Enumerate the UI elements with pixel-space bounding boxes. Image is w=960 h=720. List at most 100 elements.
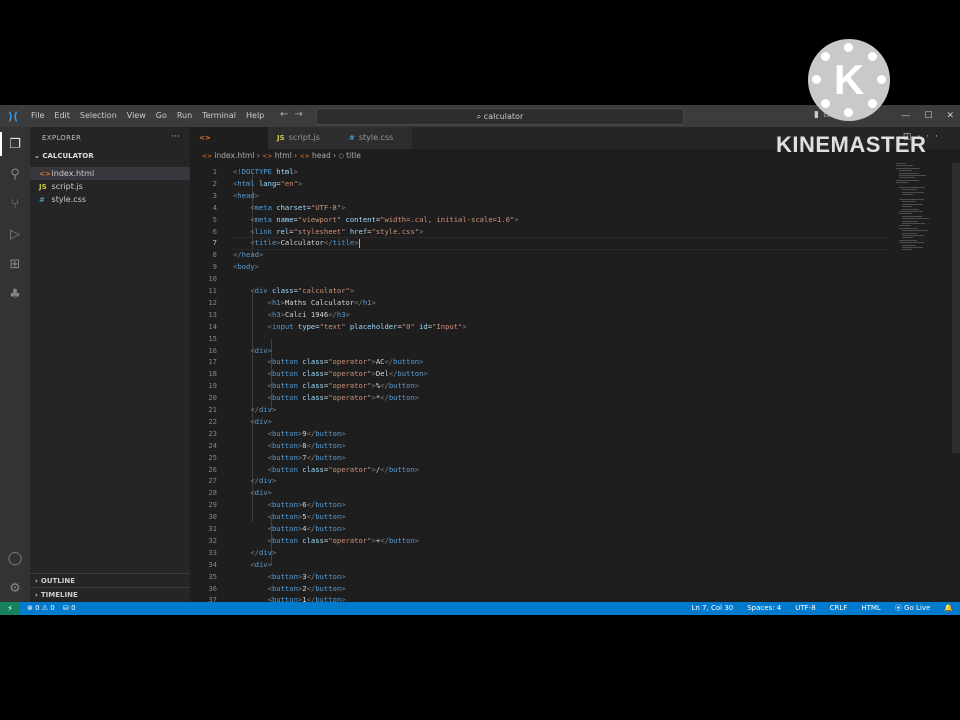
back-arrow-icon[interactable]: ← [280, 109, 294, 120]
code-token: </ [250, 405, 259, 414]
code-token: > [345, 309, 350, 319]
language-mode[interactable]: HTML [854, 602, 887, 615]
minimap[interactable] [896, 163, 948, 263]
code-line[interactable]: <title>Calculator</title> [233, 237, 883, 249]
file-script-js[interactable]: JS script.js [30, 180, 190, 193]
code-line[interactable]: </div> [233, 547, 883, 559]
code-line[interactable]: <h1>Maths Calculator</h1> [233, 297, 883, 309]
encoding[interactable]: UTF-8 [788, 602, 822, 615]
code-line[interactable]: </div> [233, 475, 883, 487]
code-line[interactable]: <button>9</button> [233, 428, 883, 440]
code-line[interactable]: <body> [233, 261, 883, 273]
menu-go[interactable]: Go [151, 105, 172, 127]
code-token: title [332, 238, 355, 248]
code-line[interactable]: </head> [233, 249, 883, 261]
code-line[interactable]: <div> [233, 487, 883, 499]
code-token: title [254, 238, 277, 248]
extensions-icon[interactable]: ⊞ [6, 255, 24, 273]
problems-status[interactable]: ⊗ 0 ⚠ 0 ⛁ 0 [27, 602, 76, 615]
file-name: index.html [51, 169, 95, 178]
code-line[interactable]: <meta charset="UTF-8"> [233, 202, 883, 214]
code-line[interactable]: <button class="operator">+</button> [233, 535, 883, 547]
code-line[interactable]: <div class="calculator"> [233, 285, 883, 297]
nav-arrows: ←→ [280, 109, 309, 120]
code-line[interactable]: <button>3</button> [233, 571, 883, 583]
menu-edit[interactable]: Edit [49, 105, 75, 127]
timeline-section[interactable]: › TIMELINE [30, 587, 190, 602]
code-line[interactable]: <button class="operator">%</button> [233, 380, 883, 392]
code-line[interactable]: <head> [233, 190, 883, 202]
tab-script-js[interactable]: JS script.js [268, 127, 340, 149]
maximize-button[interactable]: ☐ [924, 111, 932, 121]
menu-view[interactable]: View [122, 105, 151, 127]
notifications-bell-icon[interactable]: 🔔 [937, 602, 960, 615]
code-line[interactable]: </div> [233, 404, 883, 416]
code-editor[interactable]: 1 <!DOCTYPE html> 2 <html lang="en"> 3 <head>… [190, 163, 960, 602]
code-line[interactable]: <link rel="stylesheet" href="style.css"> [233, 226, 883, 238]
menu-file[interactable]: File [26, 105, 49, 127]
code-token: button [315, 452, 342, 462]
code-line[interactable]: <input type="text" placeholder="0" id="I… [233, 321, 883, 333]
code-line[interactable]: <meta name="viewport" content="width=.ca… [233, 214, 883, 226]
menu-run[interactable]: Run [172, 105, 197, 127]
code-line[interactable]: <button class="operator">Del</button> [233, 368, 883, 380]
menu-selection[interactable]: Selection [75, 105, 122, 127]
code-line[interactable]: <button>6</button> [233, 499, 883, 511]
line-number: 5 [212, 214, 217, 224]
breadcrumb-item[interactable]: ⬡ title [339, 149, 361, 164]
source-control-icon[interactable]: ⑂ [6, 195, 24, 213]
account-icon[interactable]: ◯ [6, 549, 24, 567]
code-line[interactable]: <button>1</button> [233, 594, 883, 602]
command-center-search[interactable]: ⌕ calculator [316, 108, 684, 125]
code-token: </ [323, 238, 333, 248]
python-icon[interactable]: ♣ [6, 285, 24, 303]
breadcrumb-item[interactable]: <> html [262, 149, 292, 164]
code-line[interactable]: <button class="operator">AC</button> [233, 356, 883, 368]
code-token: </ [384, 357, 394, 367]
code-line[interactable]: <button class="operator">/</button> [233, 464, 883, 476]
cursor-position[interactable]: Ln 7, Col 30 [685, 602, 741, 615]
menu-help[interactable]: Help [241, 105, 269, 127]
code-line[interactable]: <html lang="en"> [233, 178, 883, 190]
minimize-button[interactable]: — [901, 111, 910, 121]
code-line[interactable]: <button>5</button> [233, 511, 883, 523]
code-line[interactable]: <button>7</button> [233, 452, 883, 464]
close-button[interactable]: ✕ [946, 111, 954, 121]
code-token: </ [306, 428, 316, 438]
code-line[interactable]: <!DOCTYPE html> [233, 166, 883, 178]
file-index-html[interactable]: <> index.html [30, 167, 190, 180]
line-number: 18 [208, 369, 217, 379]
search-icon[interactable]: ⚲ [6, 165, 24, 183]
code-line[interactable]: <div> [233, 559, 883, 571]
file-style-css[interactable]: # style.css [30, 193, 190, 206]
remote-indicator-icon[interactable]: ⚡ [0, 602, 20, 615]
code-line[interactable]: <button>4</button> [233, 523, 883, 535]
line-number: 24 [208, 440, 217, 450]
settings-gear-icon[interactable]: ⚙ [6, 579, 24, 597]
code-line[interactable]: <h3>Calci 1946</h3> [233, 309, 883, 321]
breadcrumb-item[interactable]: <> index.html [202, 149, 254, 164]
go-live-button[interactable]: ⦿ Go Live [888, 602, 937, 615]
indentation[interactable]: Spaces: 4 [740, 602, 788, 615]
code-line[interactable]: <button class="operator">*</button> [233, 392, 883, 404]
code-token: button [271, 524, 298, 533]
files-icon[interactable]: ❐ [0, 132, 24, 156]
run-debug-icon[interactable]: ▷ [6, 225, 24, 243]
tab-index-html[interactable]: <>index.html✕ [190, 127, 268, 164]
code-line[interactable]: <div> [233, 345, 883, 357]
code-line[interactable]: <div> [233, 416, 883, 428]
code-line[interactable]: <button>2</button> [233, 583, 883, 595]
breadcrumb-item[interactable]: <> head [300, 149, 331, 164]
line-endings[interactable]: CRLF [823, 602, 855, 615]
tab-style-css[interactable]: # style.css [340, 127, 412, 149]
outline-section[interactable]: › OUTLINE [30, 573, 190, 588]
code-line[interactable]: <button>8</button> [233, 440, 883, 452]
editor-scrollbar[interactable] [952, 163, 960, 453]
forward-arrow-icon[interactable]: → [294, 109, 308, 120]
folder-calculator[interactable]: ⌄ CALCULATOR [34, 152, 94, 160]
more-actions-icon[interactable]: ··· [171, 132, 180, 142]
code-token: id [419, 321, 428, 331]
line-number: 10 [208, 274, 217, 284]
menu-terminal[interactable]: Terminal [197, 105, 241, 127]
code-token: button [271, 595, 298, 602]
